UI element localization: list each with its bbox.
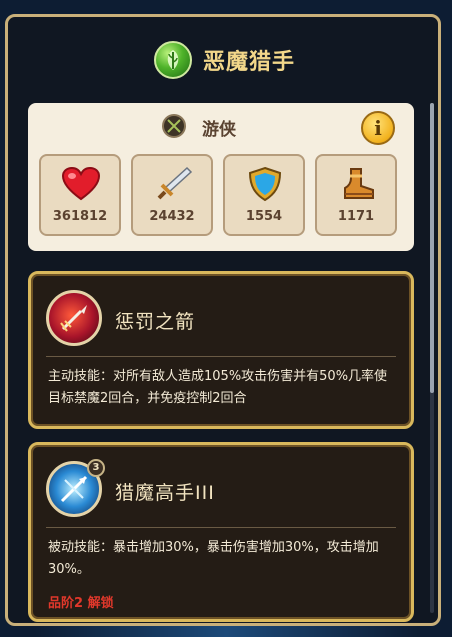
hero-title: 恶魔猎手: [203, 50, 296, 75]
heart-icon: [61, 166, 101, 202]
skill-card[interactable]: 3 猎魔高手III 被动技能：暴击增加30%，暴击伤害增加30%，攻击增加30%…: [28, 442, 414, 622]
flaming-arrow-icon: [46, 290, 102, 346]
shield-icon: [245, 166, 285, 202]
stat-value: 361812: [52, 209, 108, 224]
unlock-requirement: 品阶2 解锁: [48, 596, 114, 611]
class-name: 游侠: [202, 120, 236, 140]
crossed-arrows-icon: [162, 114, 186, 138]
skill-card[interactable]: 惩罚之箭 主动技能：对所有敌人造成105%攻击伤害并有50%几率使目标禁魔2回合…: [28, 271, 414, 429]
stat-speed: 1171: [315, 154, 397, 236]
leaf-emblem-icon: [154, 41, 192, 79]
skill-name: 惩罚之箭: [115, 311, 196, 333]
class-header: 游侠 i: [28, 103, 414, 147]
class-card: 游侠 i 361812 24432 1554 1171: [28, 103, 414, 251]
panel-header: 恶魔猎手: [8, 17, 438, 105]
info-button[interactable]: i: [361, 111, 395, 145]
skill-description: 被动技能：暴击增加30%，暴击伤害增加30%，攻击增加30%。: [48, 540, 379, 577]
stat-attack: 24432: [131, 154, 213, 236]
divider: [46, 527, 396, 528]
divider: [46, 356, 396, 357]
skill-level-badge: 3: [87, 459, 105, 477]
stat-hp: 361812: [39, 154, 121, 236]
stat-value: 1171: [337, 209, 375, 224]
stat-value: 24432: [149, 209, 195, 224]
skill-description: 主动技能：对所有敌人造成105%攻击伤害并有50%几率使目标禁魔2回合，并免疫控…: [48, 369, 388, 406]
stat-value: 1554: [245, 209, 283, 224]
scroll-thumb[interactable]: [430, 103, 434, 393]
skill-panel: 恶魔猎手 游侠 i 361812 24432 1554 1171 惩罚之箭 主动…: [5, 14, 441, 626]
scrollbar[interactable]: [430, 103, 434, 613]
stat-defense: 1554: [223, 154, 305, 236]
boot-icon: [337, 166, 377, 202]
sword-icon: [153, 166, 193, 202]
skill-name: 猎魔高手III: [115, 482, 215, 504]
